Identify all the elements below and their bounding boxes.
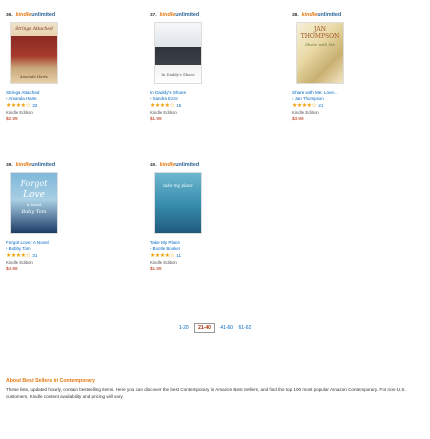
rank-row: 39. kindleunlimited <box>6 162 126 170</box>
list-item: 36. kindleunlimited Strings Attached Ama… <box>6 12 126 122</box>
review-count-link[interactable]: 21 <box>318 103 323 109</box>
cover-author: Baby Tom <box>21 209 47 215</box>
review-count-link[interactable]: 31 <box>32 253 37 259</box>
pagination: 1-20 21-40 41-60 61-62 <box>0 323 430 333</box>
star-rating-icon[interactable]: ★★★★☆ <box>150 252 175 260</box>
kindle-unlimited-logo: kindleunlimited <box>159 12 200 19</box>
rank-row: 40. kindleunlimited <box>150 162 270 170</box>
page-link-61-62[interactable]: 61-62 <box>238 325 251 331</box>
rank-row: 36. kindleunlimited <box>6 12 126 20</box>
cover-title: take my place <box>163 183 193 188</box>
page-link-1-20[interactable]: 1-20 <box>179 325 189 331</box>
review-count-link[interactable]: 15 <box>176 103 181 109</box>
rank-number: 38. <box>292 12 299 18</box>
cover-author: Amanda Harte <box>19 73 49 79</box>
about-text: These lists, updated hourly, contain bes… <box>6 387 406 399</box>
star-rating-icon[interactable]: ★★★★☆ <box>150 102 175 110</box>
book-cover[interactable]: In Daddy's Shoes <box>154 22 202 84</box>
rank-number: 36. <box>6 12 13 18</box>
price: $1.99 <box>150 116 162 122</box>
rank-number: 39. <box>6 162 13 168</box>
review-count-link[interactable]: 32 <box>32 103 37 109</box>
rating-row: ★★★★☆ 15 <box>150 102 270 110</box>
kindle-unlimited-logo: kindleunlimited <box>15 12 56 19</box>
star-rating-icon[interactable]: ★★★★☆ <box>292 102 317 110</box>
rating-row: ★★★★☆ 21 <box>292 102 412 110</box>
about-heading: About Best Sellers in Contemporary <box>6 378 96 384</box>
cover-title-2: Love <box>23 190 45 200</box>
list-item: 39. kindleunlimited Forgot Love A Novel … <box>6 162 126 272</box>
rank-row: 37. kindleunlimited <box>150 12 270 20</box>
rank-number: 37. <box>150 12 157 18</box>
cover-title: Strings Attached <box>15 27 53 32</box>
cover-title: In Daddy's Shoes <box>161 71 195 77</box>
cover-author-last: THOMPSON <box>300 33 340 40</box>
price: $2.99 <box>6 116 18 122</box>
star-rating-icon[interactable]: ★★★★☆ <box>6 102 31 110</box>
kindle-unlimited-logo: kindleunlimited <box>301 12 342 19</box>
list-item: 40. kindleunlimited take my place Take M… <box>150 162 270 272</box>
list-item: 37. kindleunlimited In Daddy's Shoes In … <box>150 12 270 122</box>
rating-row: ★★★★☆ 32 <box>6 102 126 110</box>
book-cover[interactable]: take my place <box>154 172 202 234</box>
rank-row: 38. kindleunlimited <box>292 12 412 20</box>
kindle-unlimited-logo: kindleunlimited <box>159 162 200 169</box>
page-link-41-60[interactable]: 41-60 <box>220 325 233 331</box>
cover-title: Share with Me <box>305 42 335 47</box>
rating-row: ★★★★☆ 11 <box>150 252 270 260</box>
star-rating-icon[interactable]: ★★★★☆ <box>6 252 31 260</box>
page-current: 21-40 <box>194 323 215 333</box>
price: $3.99 <box>292 116 304 122</box>
kindle-unlimited-logo: kindleunlimited <box>15 162 56 169</box>
price: $1.99 <box>150 266 162 272</box>
review-count-link[interactable]: 11 <box>176 253 181 259</box>
rating-row: ★★★★☆ 31 <box>6 252 126 260</box>
about-section: About Best Sellers in Contemporary These… <box>6 378 424 401</box>
book-cover[interactable]: Strings Attached Amanda Harte <box>10 22 58 84</box>
rank-number: 40. <box>150 162 157 168</box>
book-cover[interactable]: Forgot Love A Novel Baby Tom <box>10 172 58 234</box>
book-cover[interactable]: JAN THOMPSON Share with Me <box>296 22 344 84</box>
price: $4.99 <box>6 266 18 272</box>
list-item: 38. kindleunlimited JAN THOMPSON Share w… <box>292 12 412 122</box>
cover-subtitle: A Novel <box>26 203 42 207</box>
